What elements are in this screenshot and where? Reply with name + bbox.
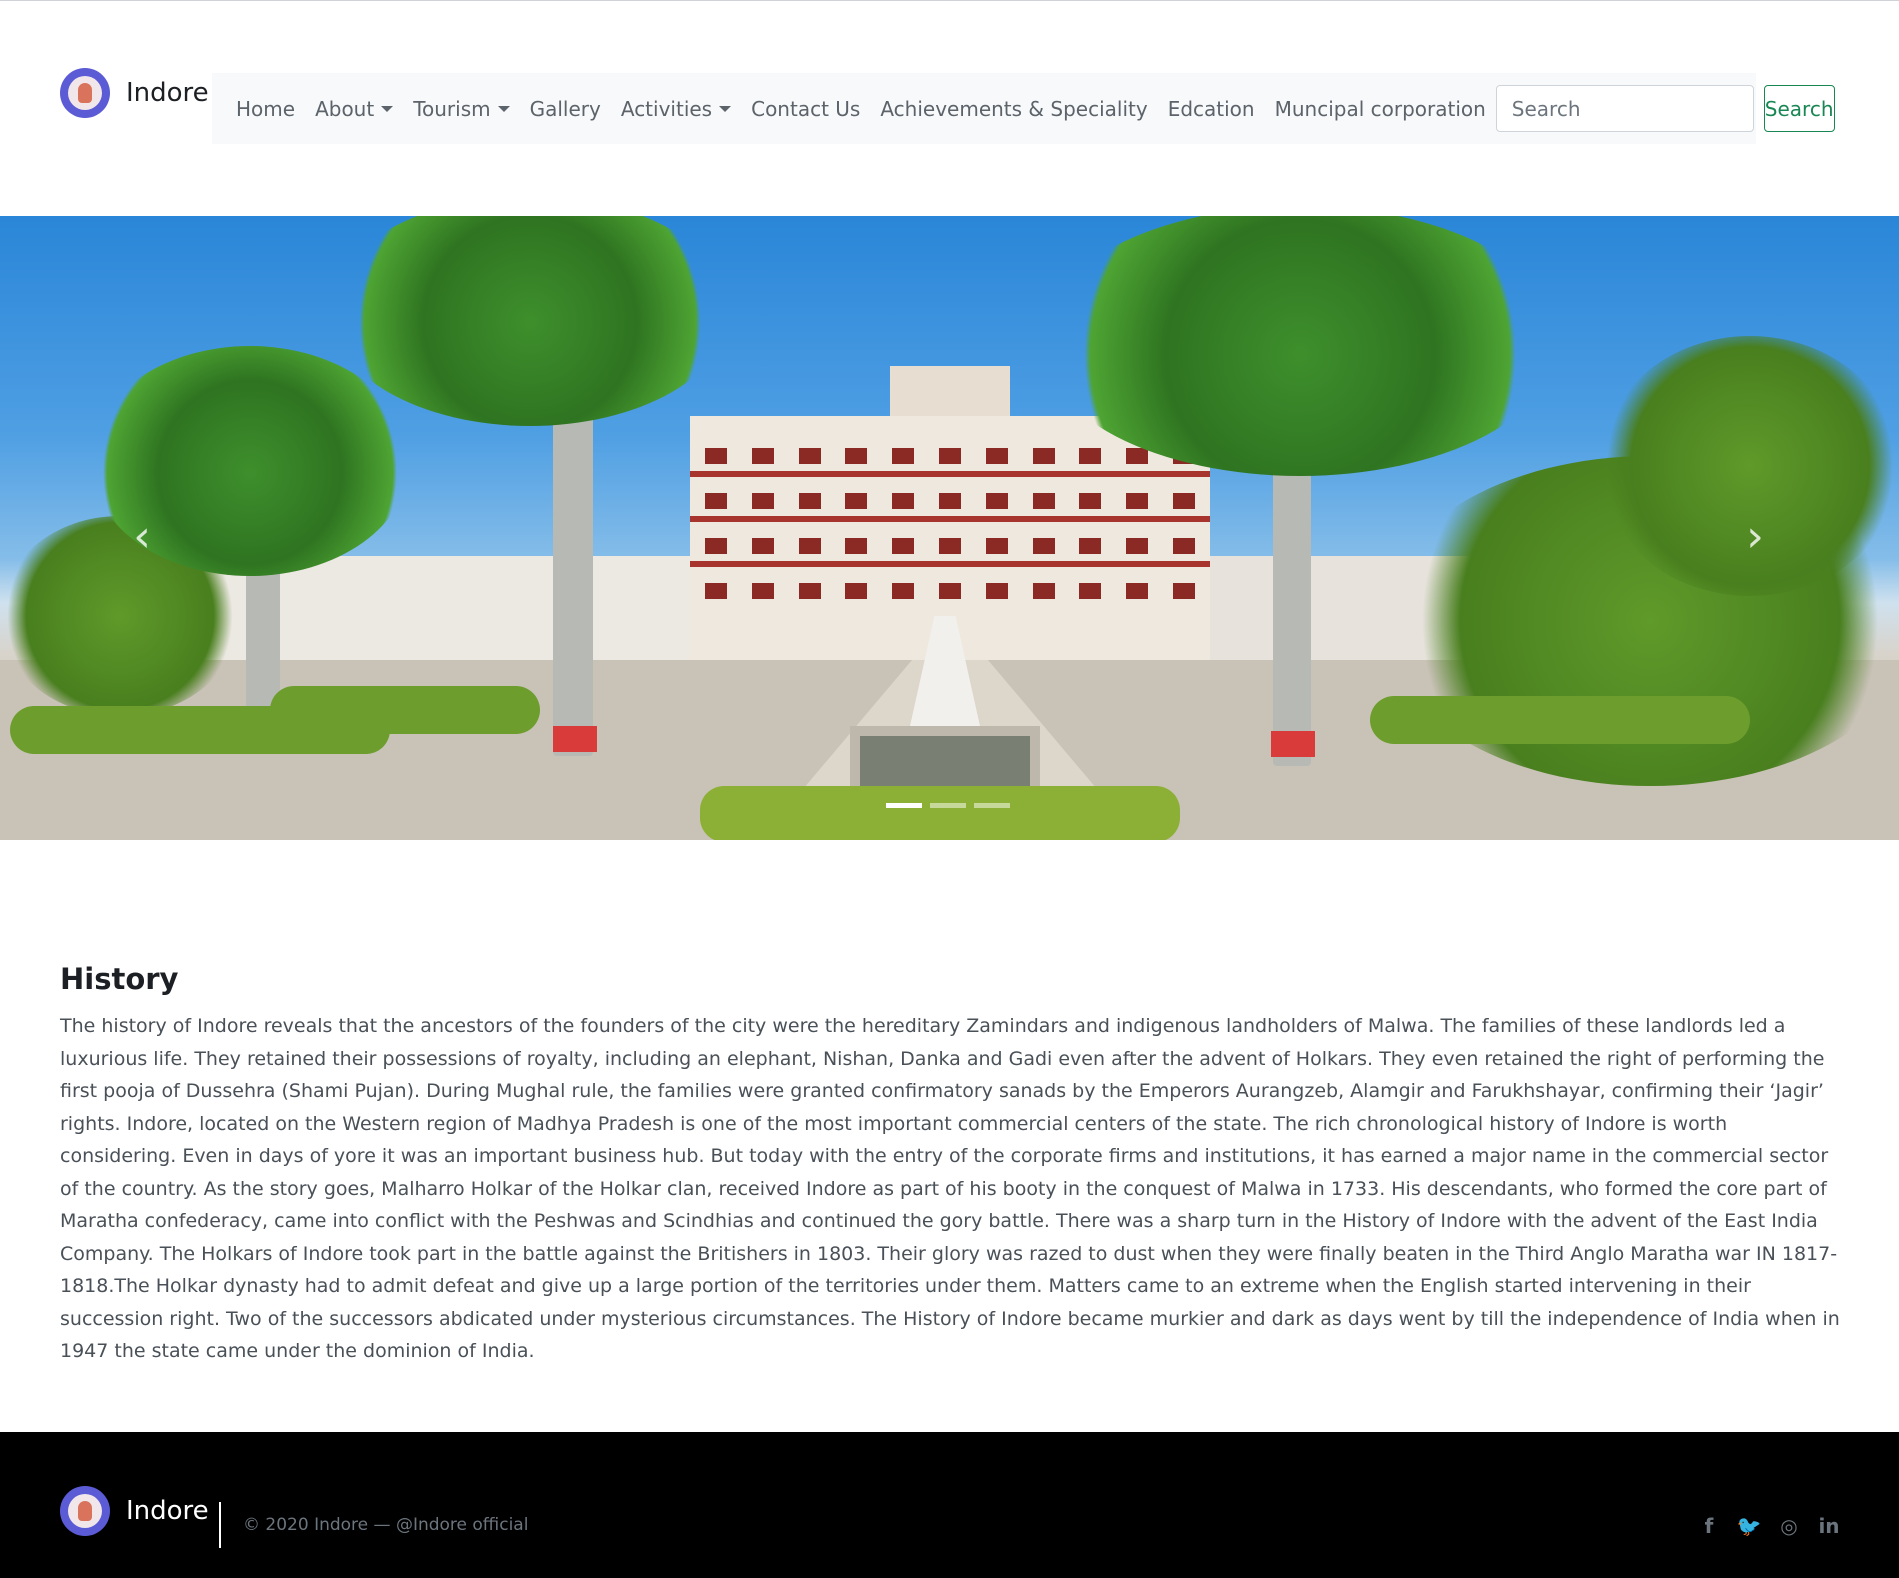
nav-about-label: About <box>315 96 375 121</box>
nav-activities-dropdown[interactable]: Activities <box>620 96 732 121</box>
social-links: f 🐦 ◎ in <box>1695 1512 1855 1540</box>
top-rule <box>0 0 1899 1</box>
chevron-left-icon: ‹ <box>133 510 151 562</box>
footer: Indore © 2020 Indore — @Indore official … <box>0 1432 1899 1578</box>
nav-achievements[interactable]: Achievements & Speciality <box>880 97 1147 121</box>
carousel-next-button[interactable]: › <box>1725 506 1785 566</box>
history-body: The history of Indore reveals that the a… <box>60 1015 1840 1362</box>
logo-icon <box>60 68 110 118</box>
brand[interactable]: Indore <box>60 68 209 118</box>
carousel-indicators <box>886 803 1018 808</box>
history-section: History The history of Indore reveals th… <box>60 962 1840 1368</box>
nav-municipal-corporation[interactable]: Muncipal corporation <box>1275 97 1486 121</box>
brand-name[interactable]: Indore <box>126 78 209 108</box>
chevron-right-icon: › <box>1746 510 1764 562</box>
nav-achievements-label: Achievements & Speciality <box>880 96 1148 121</box>
nav-gallery-label: Gallery <box>529 96 601 121</box>
footer-brand[interactable]: Indore <box>60 1486 209 1536</box>
search-input[interactable] <box>1495 85 1754 132</box>
hero-carousel: ‹ › <box>0 216 1899 840</box>
carousel-prev-button[interactable]: ‹ <box>112 506 172 566</box>
nav-gallery[interactable]: Gallery <box>530 97 601 121</box>
nav-municipal-label: Muncipal corporation <box>1274 96 1486 121</box>
facebook-icon[interactable]: f <box>1695 1512 1723 1540</box>
nav-education[interactable]: Edcation <box>1168 97 1255 121</box>
nav-home-label: Home <box>236 96 296 121</box>
nav-about-dropdown[interactable]: About <box>315 96 394 121</box>
nav-education-label: Edcation <box>1167 96 1255 121</box>
history-title: History <box>60 962 179 996</box>
search-button[interactable]: Search <box>1763 85 1835 132</box>
nav-contact-us[interactable]: Contact Us <box>751 97 860 121</box>
caret-down-icon <box>719 105 732 112</box>
footer-brand-name[interactable]: Indore <box>126 1496 209 1526</box>
instagram-icon[interactable]: ◎ <box>1775 1512 1803 1540</box>
nav-contact-us-label: Contact Us <box>751 96 861 121</box>
carousel-indicator-3[interactable] <box>974 803 1010 808</box>
footer-handle-link[interactable]: @Indore official <box>396 1515 529 1535</box>
carousel-indicator-2[interactable] <box>930 803 966 808</box>
footer-divider <box>219 1502 221 1548</box>
nav-tourism-label: Tourism <box>413 96 491 121</box>
carousel-indicator-1[interactable] <box>886 803 922 808</box>
navbar: Home About Tourism Gallery Activities Co… <box>212 73 1835 144</box>
footer-copyright: © 2020 Indore — @Indore official <box>243 1515 528 1535</box>
linkedin-icon[interactable]: in <box>1815 1512 1843 1540</box>
twitter-icon[interactable]: 🐦 <box>1735 1512 1763 1540</box>
nav-activities-label: Activities <box>620 96 713 121</box>
caret-down-icon <box>381 105 394 112</box>
nav-tourism-dropdown[interactable]: Tourism <box>413 96 510 121</box>
caret-down-icon <box>497 105 510 112</box>
nav-home[interactable]: Home <box>236 97 295 121</box>
logo-icon <box>60 1486 110 1536</box>
copyright-text: © 2020 Indore — <box>243 1515 391 1535</box>
